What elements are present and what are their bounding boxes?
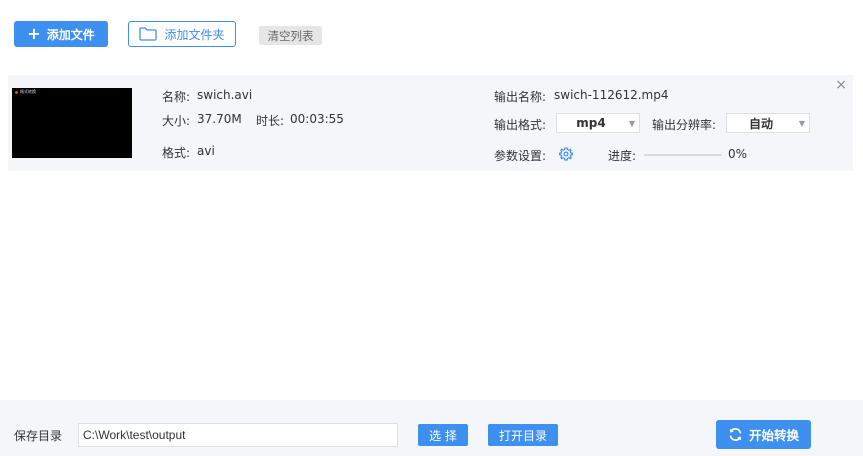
- progress-label: 进度:: [608, 149, 637, 163]
- file-name: swich.avi: [197, 88, 253, 102]
- output-format-select[interactable]: mp4 ▼: [556, 113, 640, 133]
- output-resolution-select[interactable]: 自动 ▼: [726, 113, 810, 133]
- chevron-down-icon: ▼: [628, 118, 636, 128]
- thumbnail-logo-text: 格式转换: [20, 89, 36, 94]
- clear-list-button[interactable]: 清空列表: [259, 26, 322, 45]
- video-thumbnail: 格式转换: [12, 88, 132, 158]
- file-list-item: 格式转换 名称: swich.avi 大小: 37.70M 时长: 00:03:…: [8, 75, 853, 171]
- add-file-button[interactable]: + 添加文件: [14, 21, 108, 47]
- output-resolution-label: 输出分辨率:: [652, 118, 717, 132]
- close-icon[interactable]: ×: [835, 78, 847, 92]
- size-label: 大小:: [162, 114, 191, 128]
- file-format: avi: [197, 144, 215, 158]
- save-dir-input[interactable]: [78, 423, 398, 447]
- plus-icon: +: [27, 24, 41, 43]
- params-label: 参数设置:: [494, 149, 547, 163]
- choose-dir-button[interactable]: 选 择: [418, 424, 468, 446]
- open-dir-button[interactable]: 打开目录: [488, 424, 558, 446]
- progress-bar: [644, 154, 722, 156]
- thumbnail-logo-dot: [15, 91, 18, 94]
- chevron-down-icon: ▼: [798, 118, 806, 128]
- file-size: 37.70M: [197, 112, 242, 126]
- add-file-label: 添加文件: [46, 27, 95, 42]
- save-dir-label: 保存目录: [14, 429, 63, 443]
- output-name: swich-112612.mp4: [554, 88, 669, 102]
- output-format-label: 输出格式:: [494, 118, 547, 132]
- gear-icon[interactable]: [559, 147, 573, 161]
- folder-icon: [139, 27, 158, 41]
- add-folder-button[interactable]: 添加文件夹: [128, 21, 236, 47]
- output-format-value: mp4: [576, 116, 606, 130]
- name-label: 名称:: [162, 90, 191, 104]
- start-convert-label: 开始转换: [748, 428, 799, 443]
- add-folder-label: 添加文件夹: [164, 27, 225, 42]
- bottom-bar: 保存目录 选 择 打开目录 开始转换: [0, 400, 863, 456]
- format-label: 格式:: [162, 146, 191, 160]
- file-duration: 00:03:55: [290, 112, 344, 126]
- refresh-icon: [729, 428, 742, 441]
- duration-label: 时长:: [256, 114, 285, 128]
- output-resolution-value: 自动: [748, 116, 773, 131]
- start-convert-button[interactable]: 开始转换: [716, 420, 811, 449]
- output-name-label: 输出名称:: [494, 90, 547, 104]
- progress-value: 0%: [728, 147, 748, 161]
